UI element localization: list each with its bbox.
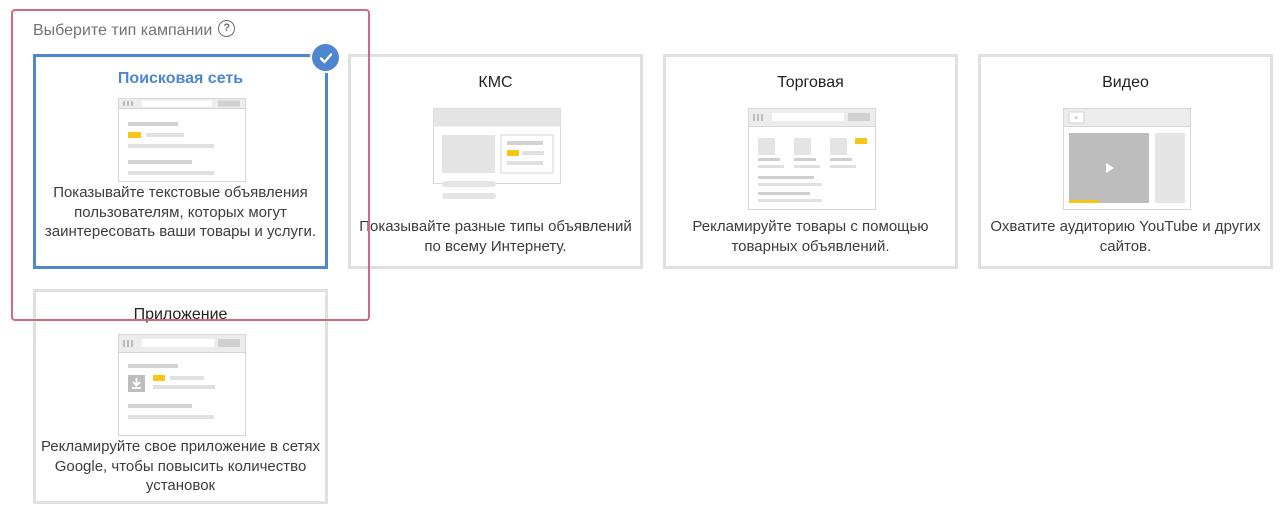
- card-description: Показывайте текстовые объявления пользов…: [44, 184, 317, 240]
- card-title: КМС: [478, 74, 513, 91]
- card-title: Видео: [1102, 74, 1149, 91]
- checkmark-icon: [310, 42, 341, 73]
- display-ad-lines: [442, 181, 496, 199]
- card-title: Торговая: [777, 74, 844, 91]
- shopping-ad-illustration: [748, 108, 876, 210]
- display-ad-illustration: [433, 108, 561, 184]
- campaign-type-card-app[interactable]: Приложение Рекламируйте свое приложение …: [33, 289, 328, 504]
- card-description: Рекламируйте товары с помощью товарных о…: [692, 218, 929, 255]
- app-ad-illustration: [118, 334, 246, 436]
- card-description: Охватите аудиторию YouTube и других сайт…: [990, 218, 1261, 255]
- search-ad-illustration: [118, 98, 246, 182]
- campaign-type-card-search[interactable]: Поисковая сеть Показывайте текстовые объ…: [33, 54, 328, 269]
- campaign-type-heading-label: Выберите тип кампании: [33, 22, 213, 39]
- card-description: Рекламируйте свое приложение в сетях Goo…: [40, 438, 321, 494]
- campaign-type-card-display[interactable]: КМС Показывайте разные типы объявлений п…: [348, 54, 643, 269]
- campaign-type-card-shopping[interactable]: Торговая Рекламируйте товары с помощью т…: [663, 54, 958, 269]
- question-circle-icon[interactable]: ?: [218, 19, 236, 37]
- campaign-type-heading: Выберите тип кампании ?: [33, 19, 236, 40]
- card-title: Приложение: [133, 306, 228, 323]
- card-title: Поисковая сеть: [117, 70, 244, 87]
- video-ad-illustration: [1063, 108, 1191, 210]
- card-description: Показывайте разные типы объявлений по вс…: [359, 218, 632, 255]
- campaign-type-card-video[interactable]: Видео Охватите аудиторию YouTube и други…: [978, 54, 1273, 269]
